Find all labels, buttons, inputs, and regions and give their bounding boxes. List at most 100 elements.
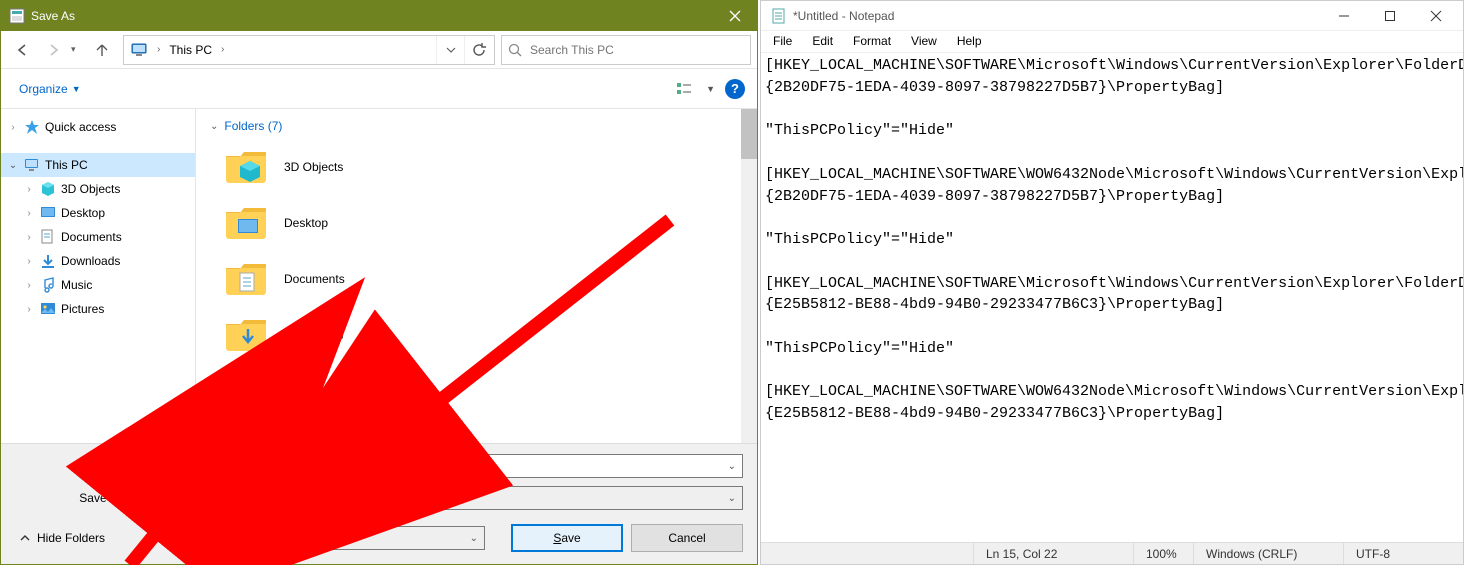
titlebar[interactable]: Save As xyxy=(1,1,757,31)
chevron-down-icon[interactable]: ▼ xyxy=(706,84,715,94)
navigation-tree[interactable]: › Quick access ⌄ This PC › 3D Objects › … xyxy=(1,109,196,443)
folder-icon xyxy=(224,203,270,243)
refresh-button[interactable] xyxy=(464,36,492,64)
tree-label: 3D Objects xyxy=(61,182,120,196)
view-options-button[interactable] xyxy=(676,79,696,99)
tree-item-desktop[interactable]: › Desktop xyxy=(1,201,195,225)
toolbar: Organize ▼ ▼ ? xyxy=(1,69,757,109)
crumb-caret-icon[interactable]: › xyxy=(218,44,227,55)
this-pc-icon xyxy=(130,40,150,60)
caret-right-icon[interactable]: › xyxy=(23,232,35,243)
minimize-button[interactable] xyxy=(1321,1,1367,31)
caret-right-icon[interactable]: › xyxy=(23,256,35,267)
star-icon xyxy=(23,118,41,136)
breadcrumb-this-pc[interactable]: This PC xyxy=(163,39,218,61)
caret-right-icon[interactable]: › xyxy=(7,122,19,133)
menu-file[interactable]: File xyxy=(763,31,802,52)
notepad-statusbar: Ln 15, Col 22 100% Windows (CRLF) UTF-8 xyxy=(761,542,1463,564)
notepad-menubar: File Edit Format View Help xyxy=(761,31,1463,53)
address-bar[interactable]: › This PC › xyxy=(123,35,495,65)
bottom-panel: File name: Libraryhide.reg ⌄ Save as typ… xyxy=(1,443,757,564)
back-button[interactable] xyxy=(7,35,37,65)
folder-label: Desktop xyxy=(284,216,328,230)
menu-edit[interactable]: Edit xyxy=(802,31,843,52)
root-caret-icon[interactable]: › xyxy=(154,44,163,55)
cancel-button[interactable]: Cancel xyxy=(631,524,743,552)
status-eol: Windows (CRLF) xyxy=(1193,543,1343,564)
arrow-up-icon xyxy=(94,42,110,58)
folder-documents[interactable]: Documents xyxy=(196,251,757,307)
tree-item-documents[interactable]: › Documents xyxy=(1,225,195,249)
close-icon xyxy=(729,10,741,22)
search-box[interactable] xyxy=(501,35,751,65)
maximize-button[interactable] xyxy=(1367,1,1413,31)
hide-folders-button[interactable]: Hide Folders xyxy=(15,527,109,549)
group-label: Folders (7) xyxy=(224,119,282,133)
arrow-right-icon xyxy=(46,42,62,58)
search-input[interactable] xyxy=(530,43,744,57)
tree-item-pictures[interactable]: › Pictures xyxy=(1,297,195,321)
tree-label: Documents xyxy=(61,230,122,244)
help-button[interactable]: ? xyxy=(725,79,745,99)
help-icon: ? xyxy=(731,81,739,96)
notepad-window: *Untitled - Notepad File Edit Format Vie… xyxy=(760,0,1464,565)
save-type-field[interactable]: All Files ⌄ xyxy=(160,486,743,510)
file-name-field[interactable]: Libraryhide.reg ⌄ xyxy=(160,454,743,478)
downloads-icon xyxy=(39,252,57,270)
up-button[interactable] xyxy=(87,35,117,65)
folder-downloads[interactable]: Downloads xyxy=(196,307,757,363)
chevron-down-icon: ▼ xyxy=(72,84,81,94)
file-name-label: File name: xyxy=(15,459,160,473)
tree-item-music[interactable]: › Music xyxy=(1,273,195,297)
notepad-title: *Untitled - Notepad xyxy=(793,9,1321,23)
caret-right-icon[interactable]: › xyxy=(23,184,35,195)
caret-right-icon[interactable]: › xyxy=(23,280,35,291)
folders-group-header[interactable]: ⌄ Folders (7) xyxy=(196,109,757,139)
notepad-titlebar[interactable]: *Untitled - Notepad xyxy=(761,1,1463,31)
encoding-label: Encoding: xyxy=(240,531,293,545)
folder-icon xyxy=(224,259,270,299)
caret-down-icon[interactable]: ⌄ xyxy=(7,160,19,171)
organize-menu[interactable]: Organize ▼ xyxy=(13,78,87,100)
notepad-icon xyxy=(771,8,787,24)
close-button[interactable] xyxy=(1413,1,1459,31)
chevron-down-icon xyxy=(446,45,456,55)
save-button[interactable]: Save xyxy=(511,524,623,552)
vertical-scrollbar[interactable] xyxy=(741,109,757,443)
address-dropdown-button[interactable] xyxy=(436,36,464,64)
folder-label: Documents xyxy=(284,272,345,286)
caret-right-icon[interactable]: › xyxy=(23,208,35,219)
tree-item-downloads[interactable]: › Downloads xyxy=(1,249,195,273)
chevron-down-icon[interactable]: ⌄ xyxy=(728,493,736,504)
folder-desktop[interactable]: Desktop xyxy=(196,195,757,251)
notepad-textarea[interactable]: [HKEY_LOCAL_MACHINE\SOFTWARE\Microsoft\W… xyxy=(761,53,1463,542)
folder-icon xyxy=(224,315,270,355)
chevron-down-icon[interactable]: ⌄ xyxy=(470,533,478,544)
hide-folders-label: Hide Folders xyxy=(37,531,105,545)
encoding-select[interactable]: UTF-8 ⌄ xyxy=(299,526,485,550)
maximize-icon xyxy=(1384,10,1396,22)
chevron-up-icon xyxy=(19,532,31,544)
tree-label: Music xyxy=(61,278,92,292)
menu-format[interactable]: Format xyxy=(843,31,901,52)
arrow-left-icon xyxy=(14,42,30,58)
save-type-label: Save as type: xyxy=(15,491,160,505)
menu-help[interactable]: Help xyxy=(947,31,992,52)
desktop-icon xyxy=(39,204,57,222)
recent-locations-button[interactable]: ▾ xyxy=(71,44,85,55)
caret-right-icon[interactable]: › xyxy=(23,304,35,315)
music-icon xyxy=(39,276,57,294)
folder-label: 3D Objects xyxy=(284,160,343,174)
cube-icon xyxy=(39,180,57,198)
tree-item-3d-objects[interactable]: › 3D Objects xyxy=(1,177,195,201)
close-button[interactable] xyxy=(712,1,757,31)
content-pane[interactable]: ⌄ Folders (7) 3D Objects Desktop Documen… xyxy=(196,109,757,443)
tree-item-this-pc[interactable]: ⌄ This PC xyxy=(1,153,195,177)
folder-3d-objects[interactable]: 3D Objects xyxy=(196,139,757,195)
menu-view[interactable]: View xyxy=(901,31,947,52)
forward-button[interactable] xyxy=(39,35,69,65)
chevron-down-icon[interactable]: ⌄ xyxy=(728,461,736,472)
folder-label: Downloads xyxy=(284,328,343,342)
status-spacer xyxy=(761,543,973,564)
tree-item-quick-access[interactable]: › Quick access xyxy=(1,115,195,139)
